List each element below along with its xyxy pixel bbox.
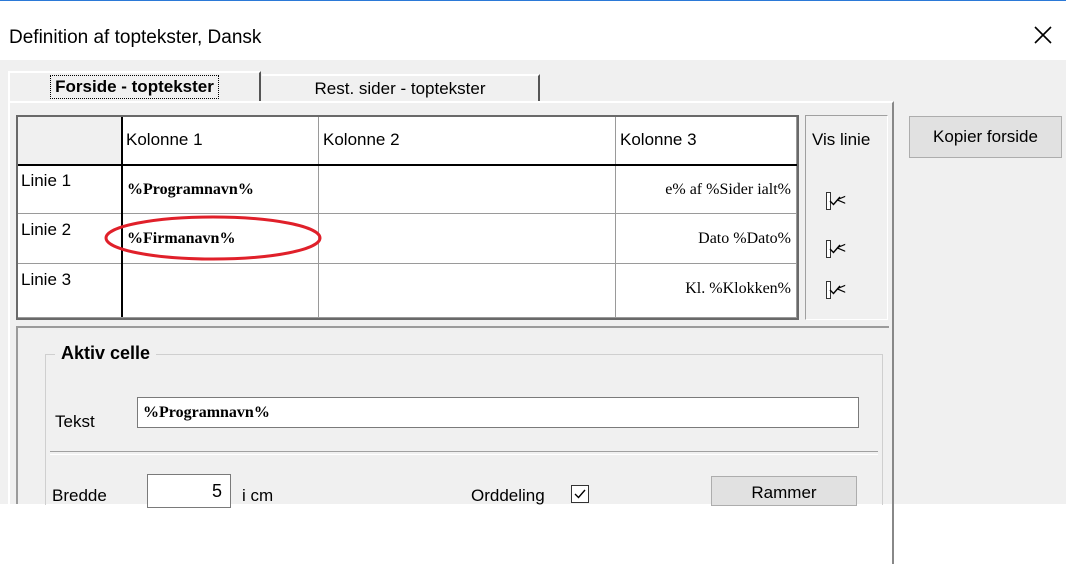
grid-cell-r2-c2[interactable] bbox=[319, 214, 616, 264]
highlight-ellipse bbox=[104, 215, 322, 261]
row-header-1[interactable]: Linie 1 bbox=[18, 165, 122, 214]
row-header-3[interactable]: Linie 3 bbox=[18, 264, 122, 318]
grid-corner bbox=[18, 117, 122, 165]
tekst-input[interactable]: %Programnavn% bbox=[137, 397, 859, 428]
checkbox-box[interactable] bbox=[826, 240, 841, 258]
checkmark-icon bbox=[829, 196, 841, 206]
grid-cell-r1-c3[interactable]: e% af %Sider ialt% bbox=[616, 165, 797, 214]
vis-linie-checkbox-2[interactable]: < bbox=[826, 239, 846, 259]
column-header-1[interactable]: Kolonne 1 bbox=[122, 117, 319, 165]
column-header-3[interactable]: Kolonne 3 bbox=[616, 117, 797, 165]
orddeling-label: Orddeling bbox=[471, 486, 545, 505]
bredde-unit: i cm bbox=[242, 486, 274, 505]
grid-cell-r1-c2[interactable] bbox=[319, 165, 616, 214]
orddeling-checkbox[interactable] bbox=[571, 485, 589, 503]
separator bbox=[50, 451, 878, 455]
tab-label: Forside - toptekster bbox=[50, 75, 219, 99]
tekst-label: Tekst bbox=[55, 412, 95, 431]
close-button[interactable] bbox=[1020, 15, 1066, 55]
grid-cell-r2-c3[interactable]: Dato %Dato% bbox=[616, 214, 797, 264]
aktiv-celle-title: Aktiv celle bbox=[55, 343, 157, 364]
checkmark-icon bbox=[829, 285, 841, 295]
checkmark-icon bbox=[574, 489, 586, 499]
vis-linie-panel: Vis linie < < < bbox=[805, 115, 888, 320]
tab-rest-sider-toptekster[interactable]: Rest. sider - toptekster bbox=[262, 74, 540, 101]
vis-linie-label: Vis linie bbox=[812, 130, 871, 149]
tab-label: Rest. sider - toptekster bbox=[314, 78, 486, 98]
checkbox-box[interactable] bbox=[826, 281, 841, 299]
window-title: Definition af toptekster, Dansk bbox=[9, 27, 262, 48]
kopier-forside-button[interactable]: Kopier forside bbox=[909, 116, 1062, 158]
column-header-2[interactable]: Kolonne 2 bbox=[319, 117, 616, 165]
rammer-button[interactable]: Rammer bbox=[711, 476, 857, 506]
close-icon bbox=[1034, 26, 1052, 44]
vis-linie-checkbox-1[interactable]: < bbox=[826, 191, 846, 211]
checkbox-box[interactable] bbox=[826, 192, 841, 210]
grid-cell-r1-c1[interactable]: %Programnavn% bbox=[122, 165, 319, 214]
bredde-input[interactable]: 5 bbox=[147, 474, 231, 508]
grid-cell-r3-c3[interactable]: Kl. %Klokken% bbox=[616, 264, 797, 318]
tab-forside-toptekster[interactable]: Forside - toptekster bbox=[8, 71, 261, 101]
title-bar: Definition af toptekster, Dansk bbox=[0, 0, 1066, 59]
bredde-label: Bredde bbox=[52, 486, 107, 505]
vis-linie-checkbox-3[interactable]: < bbox=[826, 280, 846, 300]
grid-header-separator bbox=[18, 164, 797, 166]
checkmark-icon bbox=[829, 244, 841, 254]
grid-cell-r3-c2[interactable] bbox=[319, 264, 616, 318]
grid-cell-r3-c1[interactable] bbox=[122, 264, 319, 318]
